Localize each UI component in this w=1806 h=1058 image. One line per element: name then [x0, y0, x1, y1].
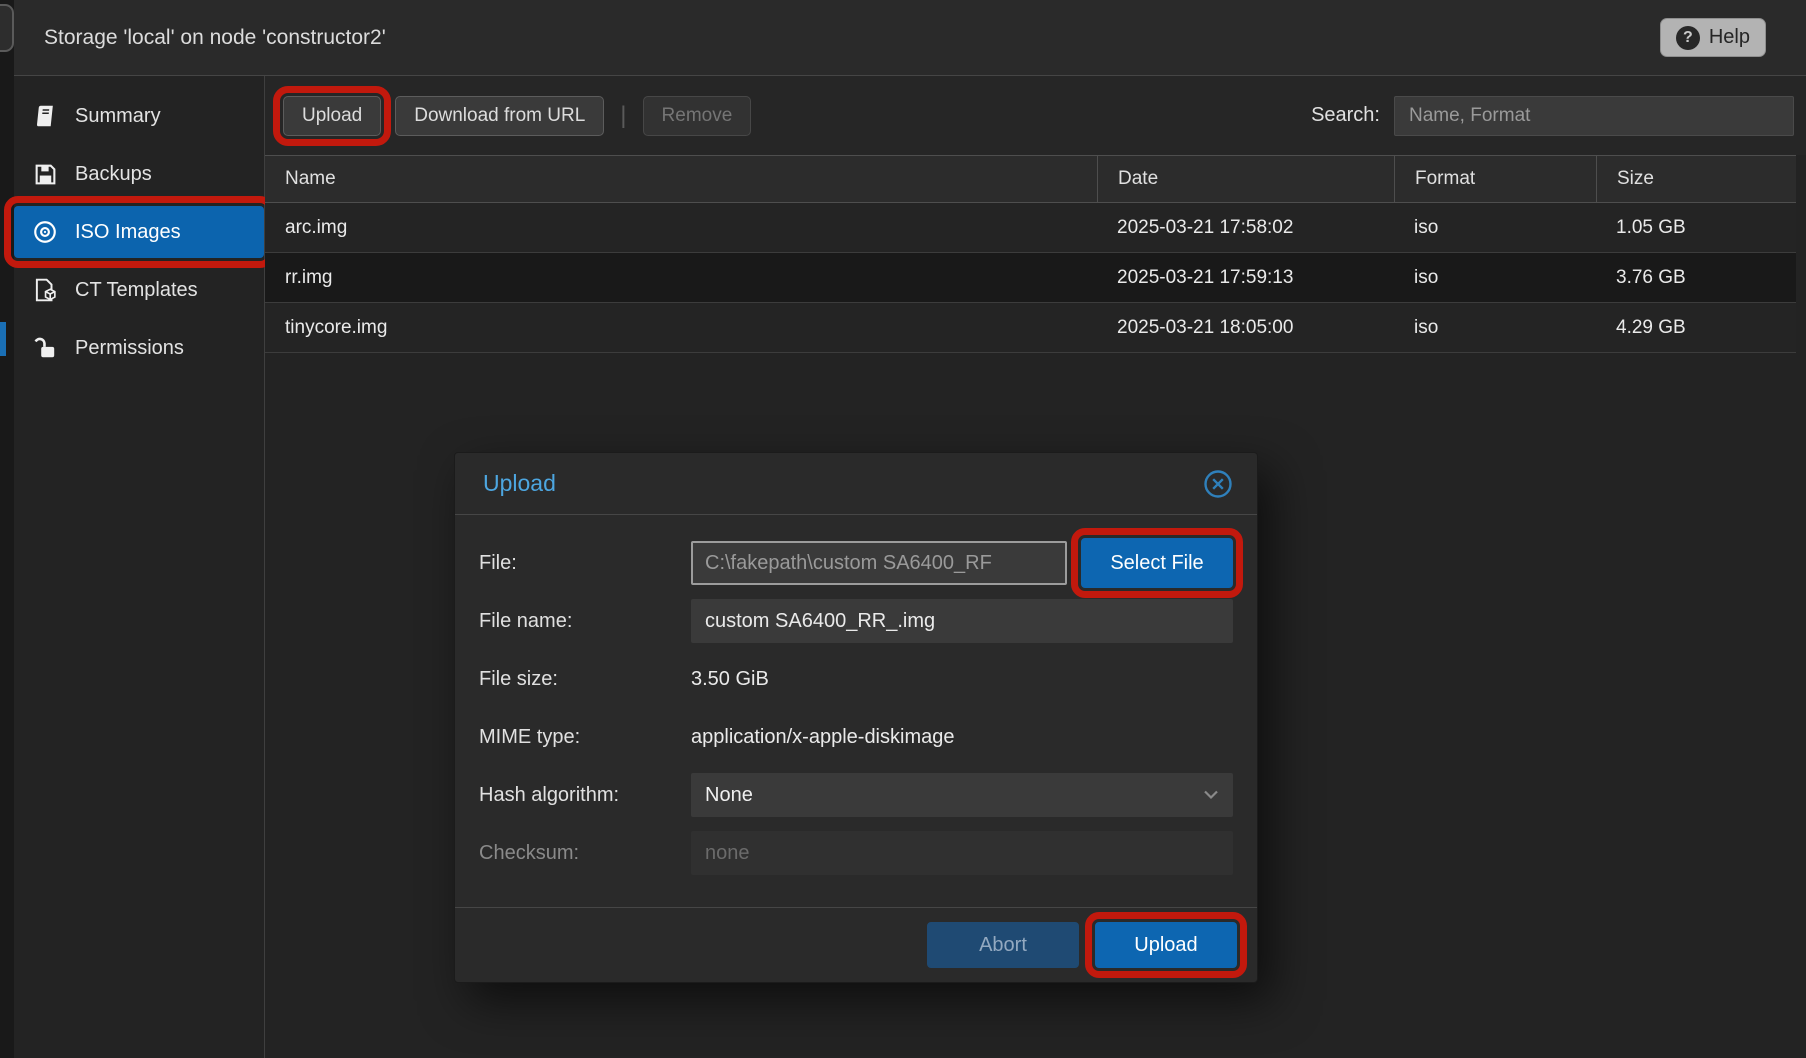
cell-name: arc.img [265, 203, 1097, 252]
upload-dialog: Upload File: Select File File name: [454, 452, 1258, 983]
question-mark-icon: ? [1676, 26, 1700, 50]
sidebar-item-backups[interactable]: Backups [14, 148, 264, 200]
cell-size: 4.29 GB [1596, 303, 1796, 352]
mime-type-label: MIME type: [479, 726, 691, 749]
hash-algorithm-value: None [705, 784, 753, 807]
download-from-url-button[interactable]: Download from URL [395, 96, 604, 136]
dialog-title: Upload [483, 470, 1201, 497]
cell-date: 2025-03-21 17:58:02 [1097, 203, 1394, 252]
help-button-label: Help [1709, 26, 1750, 49]
storage-sidebar: Summary Backups [14, 76, 265, 1058]
sidebar-item-label: ISO Images [75, 221, 181, 244]
file-cube-icon [30, 277, 60, 303]
column-header-date[interactable]: Date [1097, 156, 1394, 202]
chevron-down-icon [1203, 790, 1219, 801]
table-row[interactable]: arc.img 2025-03-21 17:58:02 iso 1.05 GB [265, 203, 1796, 253]
cell-format: iso [1394, 303, 1596, 352]
toolbar: Upload Download from URL | Remove Search… [265, 76, 1806, 155]
proxmox-storage-window: Storage 'local' on node 'constructor2' ?… [0, 0, 1806, 1058]
sidebar-item-iso-images[interactable]: ISO Images [14, 206, 264, 258]
checksum-label: Checksum: [479, 842, 691, 865]
toolbar-separator: | [620, 102, 626, 130]
upload-dialog-header: Upload [455, 453, 1257, 515]
cell-size: 1.05 GB [1596, 203, 1796, 252]
sidebar-item-label: Backups [75, 163, 152, 186]
cell-name: tinycore.img [265, 303, 1097, 352]
search-input[interactable] [1394, 96, 1794, 136]
sidebar-item-label: CT Templates [75, 279, 198, 302]
select-file-button[interactable]: Select File [1081, 538, 1233, 588]
column-header-name[interactable]: Name [265, 156, 1097, 202]
file-path-input[interactable] [691, 541, 1067, 585]
hash-algorithm-select[interactable]: None [691, 773, 1233, 817]
column-header-size[interactable]: Size [1596, 156, 1796, 202]
iso-images-table: Name Date Format Size arc.img 2025-03-21… [265, 155, 1796, 353]
close-icon[interactable] [1201, 467, 1235, 501]
table-header-row: Name Date Format Size [265, 155, 1796, 203]
mime-type-value: application/x-apple-diskimage [691, 726, 954, 749]
file-label: File: [479, 552, 691, 575]
search-label: Search: [1311, 104, 1380, 127]
upload-dialog-body: File: Select File File name: File size: … [455, 515, 1257, 907]
cell-format: iso [1394, 253, 1596, 302]
sidebar-item-label: Permissions [75, 337, 184, 360]
column-header-format[interactable]: Format [1394, 156, 1596, 202]
file-size-label: File size: [479, 668, 691, 691]
cell-size: 3.76 GB [1596, 253, 1796, 302]
abort-button[interactable]: Abort [927, 922, 1079, 968]
table-row[interactable]: rr.img 2025-03-21 17:59:13 iso 3.76 GB [265, 253, 1796, 303]
file-name-input[interactable] [691, 599, 1233, 643]
upload-dialog-footer: Abort Upload [455, 907, 1257, 982]
background-partial-panel [0, 4, 14, 52]
book-icon [30, 103, 60, 129]
floppy-icon [30, 162, 60, 187]
cell-format: iso [1394, 203, 1596, 252]
sidebar-item-ct-templates[interactable]: CT Templates [14, 264, 264, 316]
unlock-icon [30, 335, 60, 361]
table-row[interactable]: tinycore.img 2025-03-21 18:05:00 iso 4.2… [265, 303, 1796, 353]
remove-button[interactable]: Remove [643, 96, 752, 136]
hash-algorithm-label: Hash algorithm: [479, 784, 691, 807]
file-name-label: File name: [479, 610, 691, 633]
background-tree-selection-edge [0, 322, 6, 356]
cell-name: rr.img [265, 253, 1097, 302]
upload-button[interactable]: Upload [283, 96, 381, 136]
panel-titlebar: Storage 'local' on node 'constructor2' ?… [14, 0, 1806, 76]
cell-date: 2025-03-21 18:05:00 [1097, 303, 1394, 352]
dialog-upload-button[interactable]: Upload [1095, 922, 1237, 968]
cd-icon [30, 219, 60, 245]
sidebar-item-summary[interactable]: Summary [14, 90, 264, 142]
sidebar-item-permissions[interactable]: Permissions [14, 322, 264, 374]
background-edge-strip [0, 0, 14, 1058]
page-title: Storage 'local' on node 'constructor2' [44, 26, 1660, 50]
help-button[interactable]: ? Help [1660, 18, 1766, 57]
cell-date: 2025-03-21 17:59:13 [1097, 253, 1394, 302]
checksum-input[interactable] [691, 831, 1233, 875]
file-size-value: 3.50 GiB [691, 668, 769, 691]
sidebar-item-label: Summary [75, 105, 161, 128]
